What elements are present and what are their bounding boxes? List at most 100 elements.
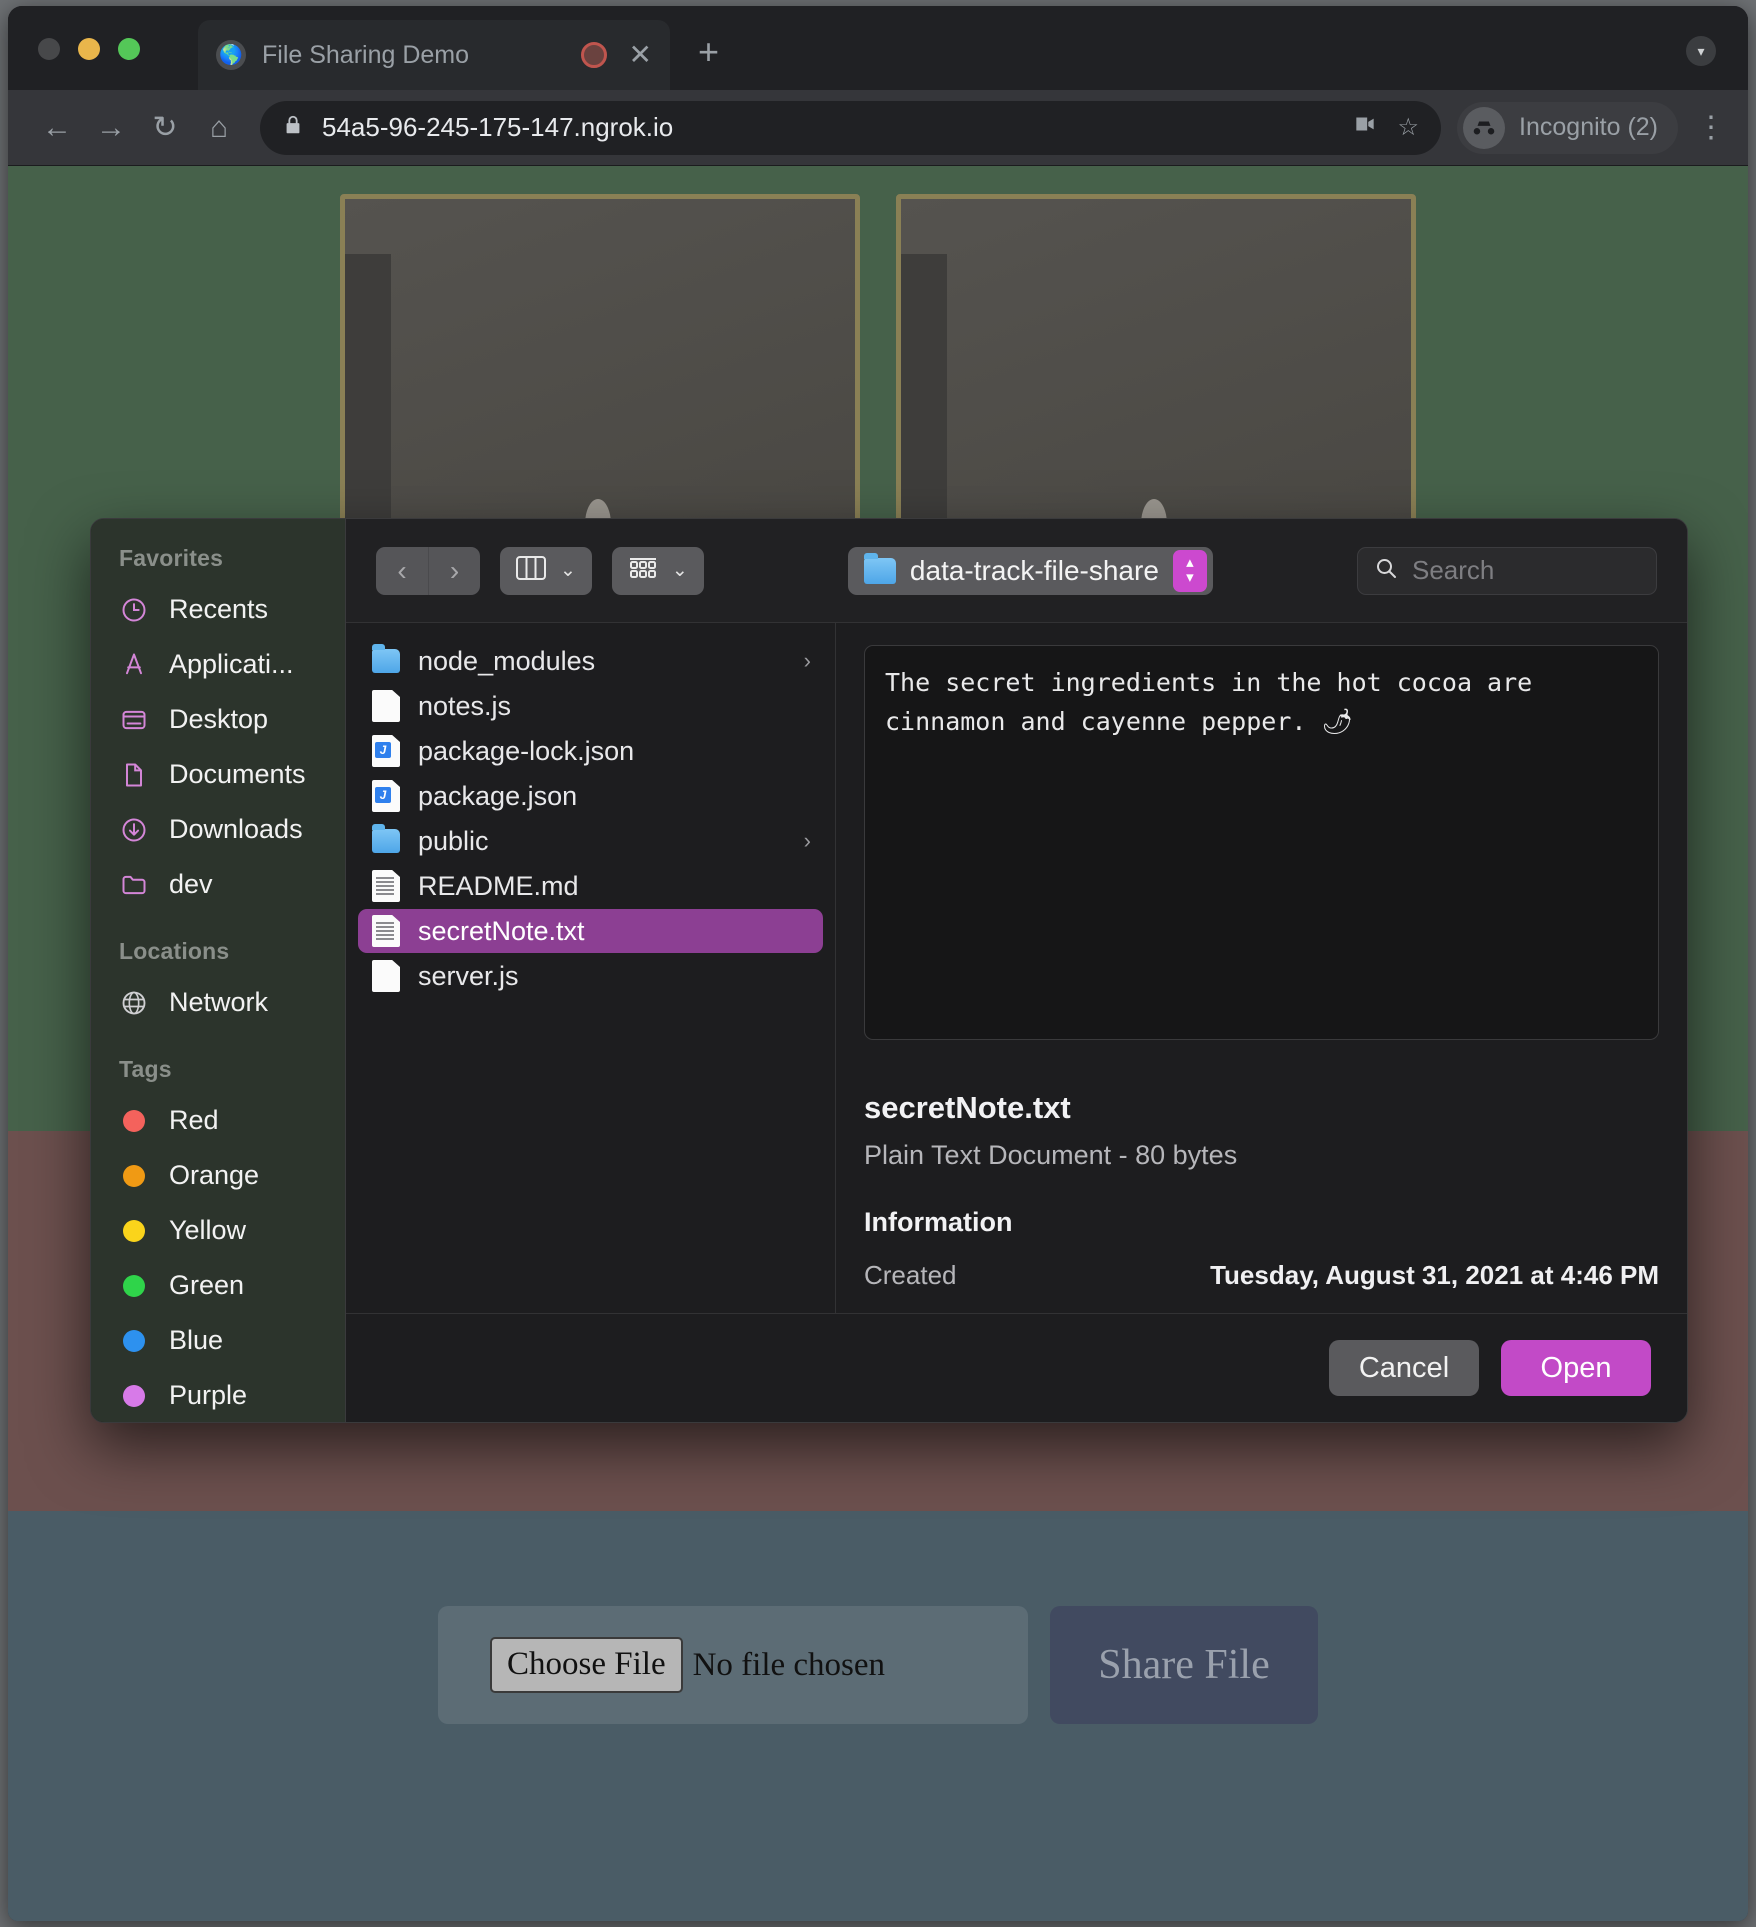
choose-file-button[interactable]: Choose File xyxy=(490,1637,683,1693)
tab-title: File Sharing Demo xyxy=(262,40,470,69)
tag-dot-icon xyxy=(119,1271,149,1301)
preview-created-row: Created Tuesday, August 31, 2021 at 4:46… xyxy=(864,1260,1659,1291)
sidebar-tag-green[interactable]: Green xyxy=(91,1258,345,1313)
file-name: package-lock.json xyxy=(418,735,635,766)
file-list-item[interactable]: package-lock.json xyxy=(358,729,823,773)
path-popup-button[interactable]: data-track-file-share ▴ ▾ xyxy=(847,546,1213,595)
file-list[interactable]: node_modules › notes.js package-lock.jso… xyxy=(346,623,836,1313)
bookmark-star-icon[interactable]: ☆ xyxy=(1398,113,1420,142)
dialog-body: node_modules › notes.js package-lock.jso… xyxy=(346,623,1687,1314)
sidebar-item-documents[interactable]: Documents xyxy=(91,747,345,802)
tag-dot-icon xyxy=(119,1381,149,1411)
share-file-button[interactable]: Share File xyxy=(1050,1606,1318,1724)
camera-icon[interactable] xyxy=(1352,111,1378,144)
sidebar-item-label: Red xyxy=(169,1105,219,1135)
dialog-forward-button[interactable]: › xyxy=(428,546,480,595)
close-icon[interactable]: ✕ xyxy=(629,41,652,69)
open-button[interactable]: Open xyxy=(1501,1340,1651,1396)
url-text: 54a5-96-245-175-147.ngrok.io xyxy=(322,112,674,142)
browser-menu-button[interactable]: ⋮ xyxy=(1696,113,1726,143)
file-list-item[interactable]: public › xyxy=(358,819,823,863)
sidebar-tag-yellow[interactable]: Yellow xyxy=(91,1203,345,1258)
sidebar-item-label: dev xyxy=(169,869,213,899)
sidebar-item-label: Desktop xyxy=(169,704,269,734)
close-window-button[interactable] xyxy=(38,38,60,60)
preview-file-kind: Plain Text Document - 80 bytes xyxy=(864,1140,1238,1170)
new-tab-button[interactable]: + xyxy=(698,34,719,70)
json-file-icon xyxy=(372,735,400,767)
dialog-toolbar: ‹ › ⌄ ⌄ data-track-file-share ▴ ▾ Search xyxy=(346,519,1687,623)
sidebar-item-downloads[interactable]: Downloads xyxy=(91,802,345,857)
preview-information-header: Information xyxy=(864,1207,1013,1237)
group-icon xyxy=(628,555,658,586)
profile-incognito-button[interactable]: Incognito (2) xyxy=(1457,101,1678,154)
cancel-button[interactable]: Cancel xyxy=(1329,1340,1479,1396)
tab-strip: 🌎 File Sharing Demo ✕ + ▾ xyxy=(8,6,1748,90)
back-button[interactable]: ← xyxy=(30,101,84,155)
sidebar-item-label: Blue xyxy=(169,1325,224,1355)
sidebar-item-label: Orange xyxy=(169,1160,260,1190)
sidebar-item-dev[interactable]: dev xyxy=(91,857,345,912)
file-list-item[interactable]: README.md xyxy=(358,864,823,908)
forward-button[interactable]: → xyxy=(84,101,138,155)
file-list-item[interactable]: server.js xyxy=(358,954,823,998)
sidebar-item-label: Yellow xyxy=(169,1215,247,1245)
sidebar-tag-red[interactable]: Red xyxy=(91,1093,345,1148)
home-button[interactable]: ⌂ xyxy=(192,101,246,155)
window-traffic-lights xyxy=(38,38,140,60)
download-icon xyxy=(119,815,149,845)
tag-dot-icon xyxy=(119,1216,149,1246)
file-name: README.md xyxy=(418,870,579,901)
screen: 🌎 File Sharing Demo ✕ + ▾ ← → ↻ ⌂ 54a5-9… xyxy=(0,0,1756,1927)
sidebar-item-recents[interactable]: Recents xyxy=(91,582,345,637)
lock-icon xyxy=(282,114,304,142)
minimize-window-button[interactable] xyxy=(78,38,100,60)
sidebar-item-label: Documents xyxy=(169,759,306,789)
dialog-back-button[interactable]: ‹ xyxy=(376,547,428,595)
folder-icon xyxy=(863,552,896,584)
file-list-item[interactable]: notes.js xyxy=(358,684,823,728)
chevron-down-icon[interactable]: ▾ xyxy=(1686,36,1716,66)
sidebar-tag-orange[interactable]: Orange xyxy=(91,1148,345,1203)
sidebar-item-applications[interactable]: Applicati... xyxy=(91,637,345,692)
maximize-window-button[interactable] xyxy=(118,38,140,60)
chevron-right-icon: › xyxy=(803,828,811,853)
file-list-item-selected[interactable]: secretNote.txt xyxy=(358,909,823,953)
sidebar-item-label: Purple xyxy=(169,1380,248,1410)
file-name: package.json xyxy=(418,780,578,811)
sidebar-item-desktop[interactable]: Desktop xyxy=(91,692,345,747)
tab-file-sharing-demo[interactable]: 🌎 File Sharing Demo ✕ xyxy=(198,20,670,90)
document-icon xyxy=(119,760,149,790)
browser-toolbar: ← → ↻ ⌂ 54a5-96-245-175-147.ngrok.io ☆ I… xyxy=(8,90,1748,166)
search-input[interactable]: Search xyxy=(1356,546,1657,595)
dialog-sidebar: Favorites Recents Applicati... Desktop D… xyxy=(91,519,346,1422)
file-list-item[interactable]: package.json xyxy=(358,774,823,818)
globe-icon xyxy=(119,988,149,1018)
stepper-icon[interactable]: ▴ ▾ xyxy=(1172,549,1207,592)
sidebar-tag-purple[interactable]: Purple xyxy=(91,1368,345,1422)
arrange-by-button[interactable]: ⌄ xyxy=(611,546,704,595)
tag-dot-icon xyxy=(119,1161,149,1191)
sidebar-tag-blue[interactable]: Blue xyxy=(91,1313,345,1368)
chevron-right-icon: › xyxy=(803,648,811,673)
profile-label: Incognito (2) xyxy=(1519,113,1658,141)
reload-button[interactable]: ↻ xyxy=(138,101,192,155)
address-bar[interactable]: 54a5-96-245-175-147.ngrok.io ☆ xyxy=(260,100,1442,155)
folder-icon xyxy=(372,644,400,673)
dialog-footer: Cancel Open xyxy=(346,1314,1687,1422)
folder-icon xyxy=(372,824,400,853)
view-mode-button[interactable]: ⌄ xyxy=(500,546,592,595)
sidebar-item-label: Applicati... xyxy=(169,649,294,679)
file-list-item[interactable]: node_modules › xyxy=(358,639,823,683)
file-input[interactable]: Choose File No file chosen xyxy=(438,1606,1028,1724)
clock-icon xyxy=(119,595,149,625)
applications-icon xyxy=(119,650,149,680)
preview-pane: The secret ingredients in the hot cocoa … xyxy=(836,623,1687,1313)
file-share-form: Choose File No file chosen Share File xyxy=(8,1606,1748,1724)
sidebar-item-network[interactable]: Network xyxy=(91,975,345,1030)
sidebar-item-label: Network xyxy=(169,987,269,1017)
search-placeholder: Search xyxy=(1411,555,1495,585)
browser-window: 🌎 File Sharing Demo ✕ + ▾ ← → ↻ ⌂ 54a5-9… xyxy=(8,6,1748,1921)
